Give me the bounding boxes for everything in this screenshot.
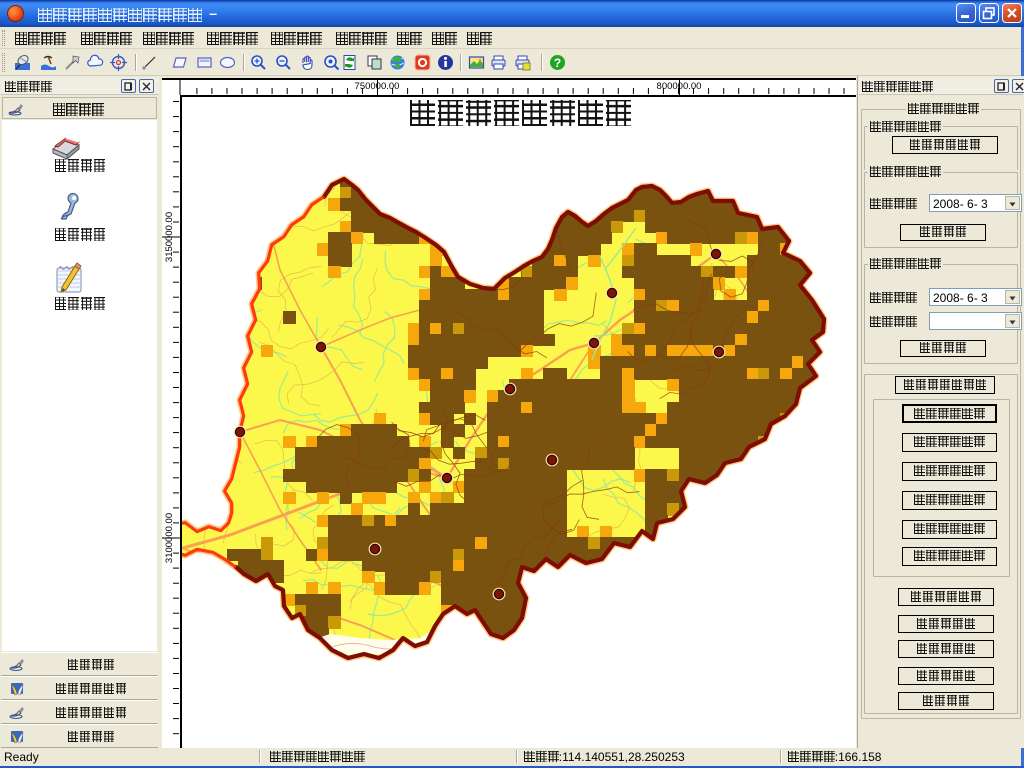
svg-text:750000.00: 750000.00 xyxy=(355,81,400,92)
svg-text:?: ? xyxy=(554,56,561,70)
svg-text:3100000.00: 3100000.00 xyxy=(164,513,175,563)
svg-text:3150000.00: 3150000.00 xyxy=(164,212,175,262)
svg-text:800000.00: 800000.00 xyxy=(657,81,702,92)
